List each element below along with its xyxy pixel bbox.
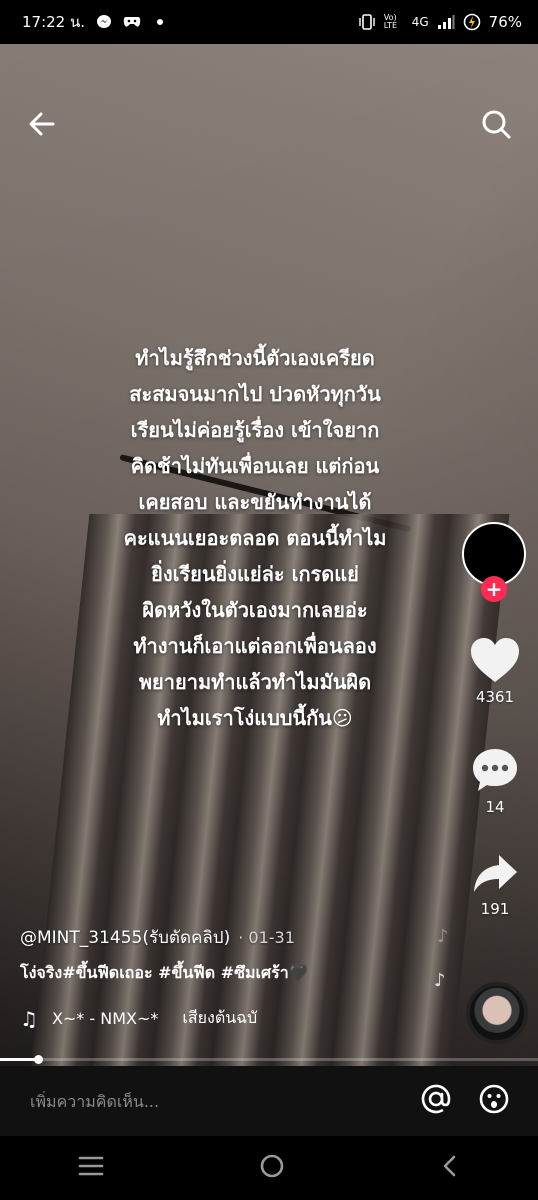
battery-saver-icon (463, 13, 481, 31)
home-circle-icon (260, 1154, 284, 1178)
video-progress-handle[interactable] (33, 1055, 43, 1064)
music-disc-avatar[interactable] (466, 982, 528, 1044)
search-icon (482, 110, 511, 139)
system-back-button[interactable] (440, 1154, 460, 1182)
video-caption-overlay: ทำไมรู้สึกช่วงนี้ตัวเองเครียด สะสมจนมากไ… (123, 346, 387, 730)
share-arrow-icon (474, 855, 517, 892)
system-nav-bar (0, 1136, 538, 1200)
notification-dot-icon (151, 13, 169, 31)
video-progress-fill (0, 1058, 38, 1061)
floating-note-icon: ♪ (434, 970, 446, 991)
comment-bubble-icon (473, 749, 517, 791)
like-button[interactable]: 4361 (466, 636, 524, 706)
back-arrow-icon (29, 112, 55, 136)
vibrate-icon (358, 13, 376, 31)
signal-icon (437, 13, 455, 31)
author-row: @MINT_31455(รับตัดคลิป) · 01-31 (20, 924, 295, 951)
follow-button[interactable]: + (481, 576, 507, 602)
comment-button[interactable]: 14 (466, 746, 524, 816)
music-row[interactable]: ♫ X~* - NMX~* เสียงต้นฉบั (20, 1006, 257, 1031)
volte-badge: Vo) LTE (383, 13, 398, 30)
network-type: 4G (411, 15, 429, 29)
music-title: X~* - NMX~* (51, 1009, 159, 1028)
home-button[interactable] (259, 1153, 285, 1183)
post-caption[interactable]: โง่จริง#ขึ้นฟีดเถอะ #ขึ้นฟีด #ซึมเศร้า🖤 (20, 961, 309, 986)
comment-input[interactable] (28, 1090, 420, 1112)
back-button[interactable] (22, 104, 62, 144)
music-source: เสียงต้นฉบั (182, 1008, 258, 1027)
post-date: · 01-31 (238, 928, 295, 947)
emoji-button[interactable] (478, 1083, 510, 1119)
messenger-icon (95, 13, 113, 31)
emoji-icon (479, 1084, 509, 1114)
music-note-icon: ♫ (20, 1006, 38, 1031)
share-button[interactable]: 191 (466, 852, 524, 918)
mention-button[interactable] (420, 1083, 452, 1119)
comment-count: 14 (485, 798, 505, 816)
like-count: 4361 (475, 688, 515, 706)
recent-apps-button[interactable] (78, 1155, 104, 1181)
menu-lines-icon (78, 1156, 103, 1176)
at-sign-icon (421, 1084, 451, 1114)
status-time: 17:22 น. (22, 13, 86, 31)
video-progress-bar[interactable] (0, 1055, 538, 1064)
heart-icon (471, 638, 519, 682)
share-count: 191 (480, 900, 510, 918)
author-username[interactable]: @MINT_31455(รับตัดคลิป) (20, 924, 230, 951)
floating-note-icon: ♪ (437, 926, 449, 947)
battery-percent: 76% (488, 13, 522, 31)
search-button[interactable] (476, 104, 516, 144)
chevron-left-icon (444, 1155, 456, 1177)
status-bar: 17:22 น. Vo) LTE 4G 76% (0, 0, 538, 44)
comment-bar (0, 1066, 538, 1136)
game-controller-icon (123, 13, 141, 31)
video-player[interactable]: ทำไมรู้สึกช่วงนี้ตัวเองเครียด สะสมจนมากไ… (0, 44, 538, 1066)
